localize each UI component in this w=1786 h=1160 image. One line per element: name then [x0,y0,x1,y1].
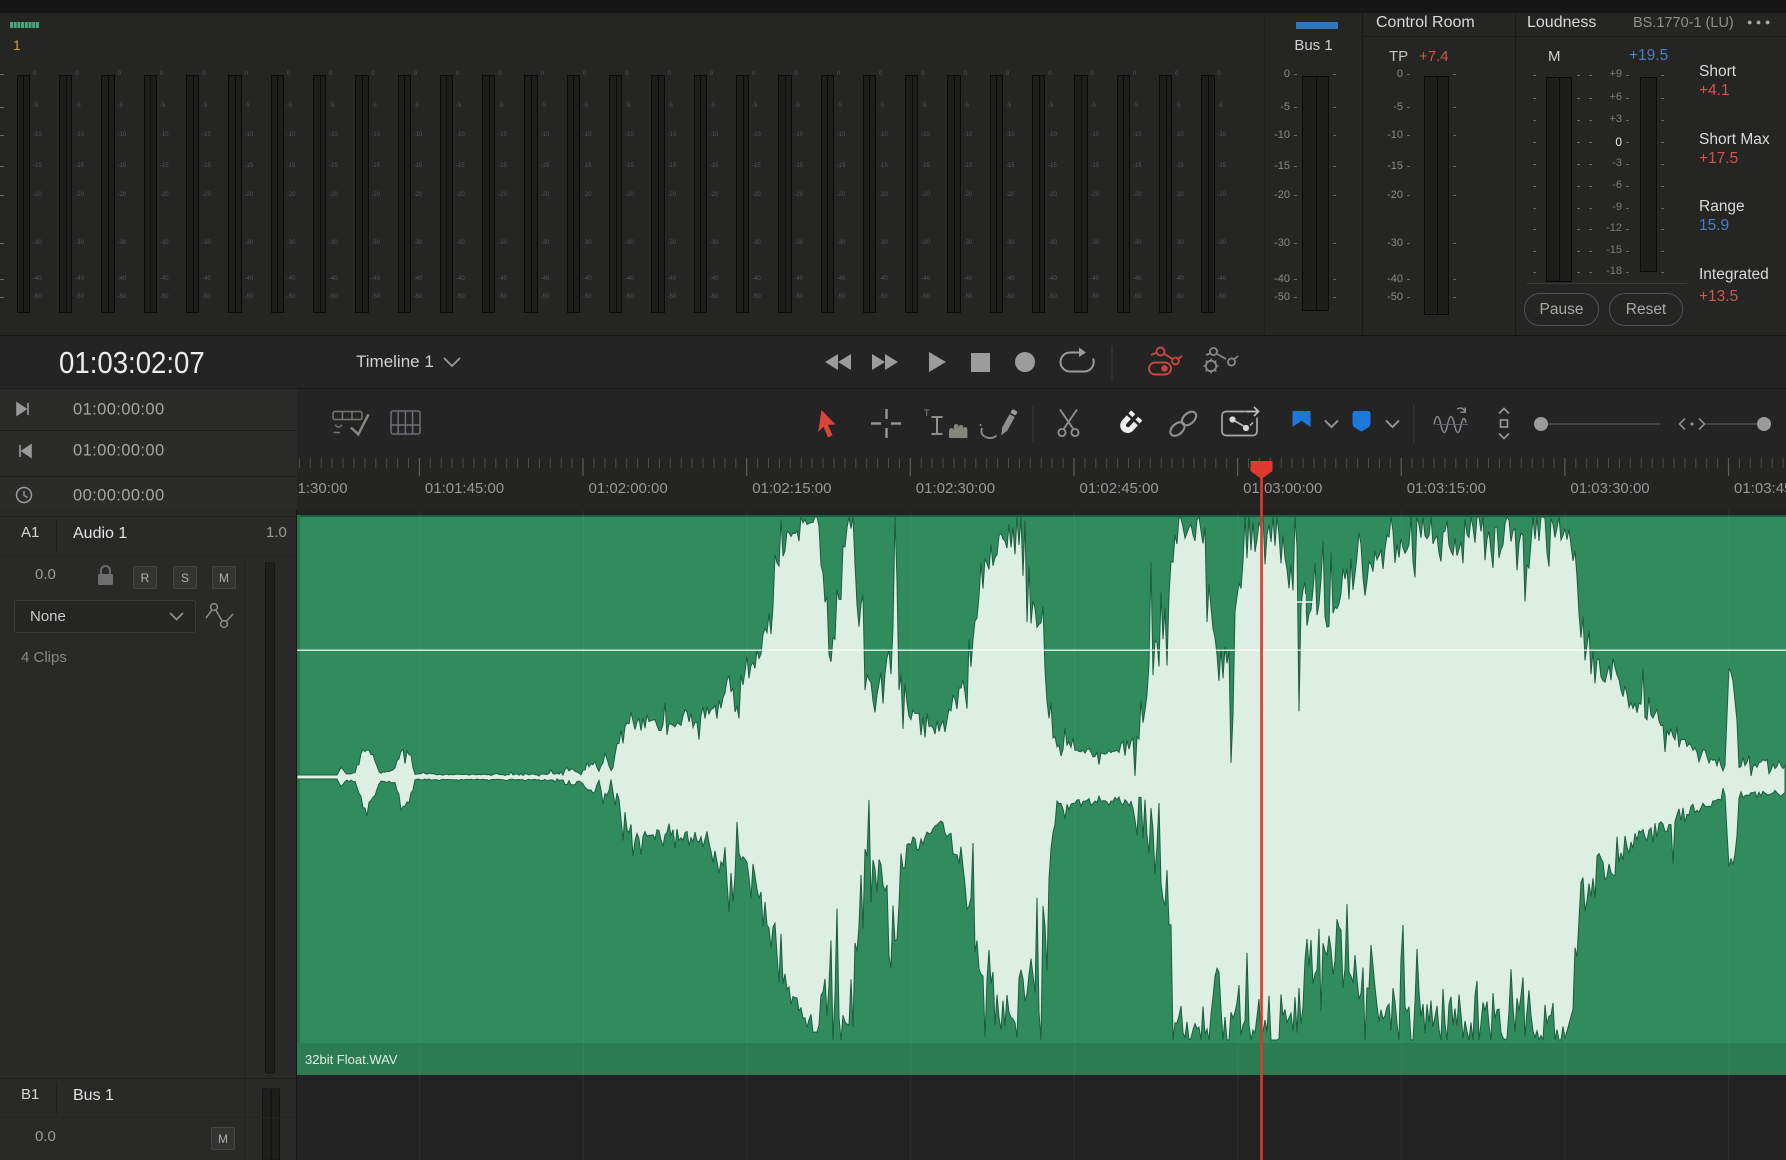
svg-text:T: T [924,408,930,418]
svg-text:01:03:30:00: 01:03:30:00 [1570,480,1649,497]
svg-text:32bit Float.WAV: 32bit Float.WAV [305,1052,398,1067]
svg-text:1:30:00: 1:30:00 [298,480,348,497]
svg-text:01:03:00:00: 01:03:00:00 [1243,480,1322,497]
svg-text:01:02:30:00: 01:02:30:00 [916,480,995,497]
svg-text:01:02:45:00: 01:02:45:00 [1080,480,1159,497]
svg-text:01:03:15:00: 01:03:15:00 [1407,480,1486,497]
svg-text:01:02:00:00: 01:02:00:00 [589,480,668,497]
svg-text:01:01:45:00: 01:01:45:00 [425,480,504,497]
svg-text:01:03:45:00: 01:03:45:00 [1734,480,1786,497]
svg-text:01:02:15:00: 01:02:15:00 [752,480,831,497]
